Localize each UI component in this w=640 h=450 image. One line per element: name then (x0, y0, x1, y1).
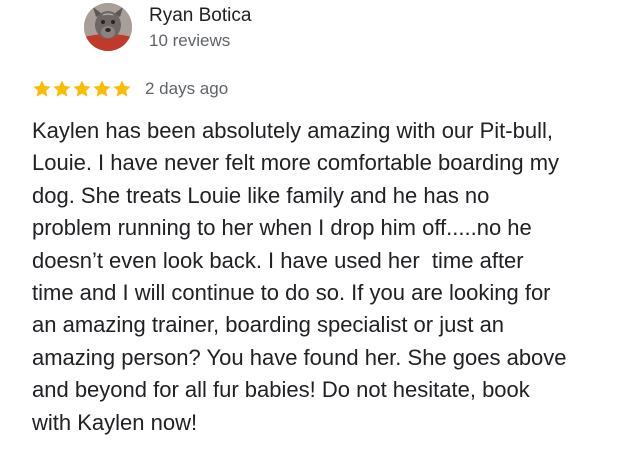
review-text-line: amazing person? You have found her. She … (32, 344, 567, 370)
review-text-line: doesn’t even look back. I have used her … (32, 247, 524, 273)
review-text-line: and beyond for all fur babies! Do not he… (32, 377, 530, 403)
dog-avatar-icon (84, 3, 132, 51)
rating-row: 2 days ago (32, 76, 228, 102)
review-card: Ryan Botica 10 reviews 2 days ago Kaylen… (0, 0, 640, 450)
review-text-line: problem running to her when I drop him o… (32, 215, 532, 241)
review-text-line: time and I will continue to do so. If yo… (32, 280, 551, 306)
review-text-line: Kaylen has been absolutely amazing with … (32, 118, 553, 143)
reviewer-name[interactable]: Ryan Botica (149, 4, 251, 28)
star-icon (113, 80, 131, 97)
star-icon (53, 80, 71, 97)
star-rating (32, 79, 132, 99)
review-text-line: dog. She treats Louie like family and he… (32, 182, 490, 208)
review-text: Kaylen has been absolutely amazing with … (32, 115, 632, 439)
review-text-line: Louie. I have never felt more comfortabl… (32, 150, 560, 176)
review-text-line: an amazing trainer, boarding specialist … (32, 312, 505, 338)
reviewer-avatar[interactable] (84, 3, 132, 51)
star-icon (33, 80, 51, 97)
review-text-line: with Kaylen now! (32, 409, 198, 435)
star-icon (73, 80, 91, 97)
star-icon (93, 80, 111, 97)
review-date: 2 days ago (145, 79, 229, 98)
reviewer-review-count[interactable]: 10 reviews (149, 30, 230, 52)
